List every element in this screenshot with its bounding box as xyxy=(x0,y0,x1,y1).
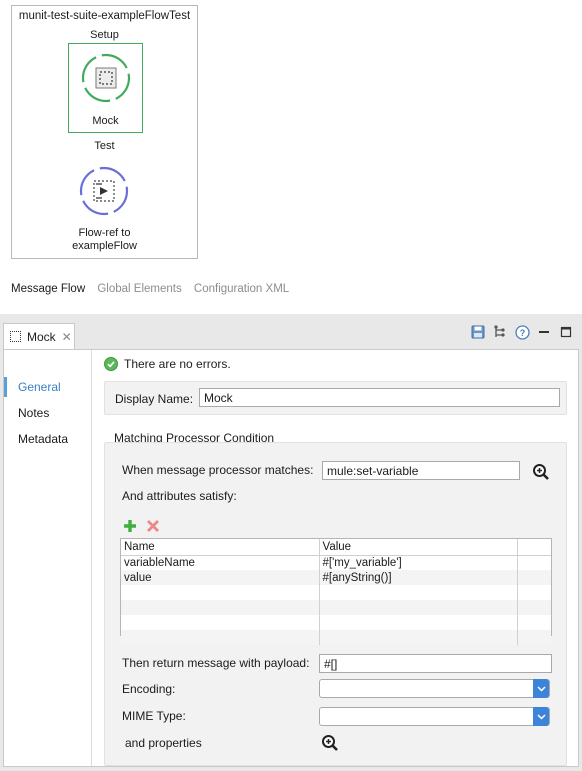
tab-global-elements[interactable]: Global Elements xyxy=(97,283,181,295)
flow-ref-icon xyxy=(79,166,129,216)
table-row xyxy=(121,585,551,600)
properties-label: and properties xyxy=(125,736,202,750)
setup-section-label: Setup xyxy=(90,29,119,41)
encoding-label: Encoding: xyxy=(122,682,176,696)
nav-metadata[interactable]: Metadata xyxy=(4,429,92,449)
zoom-in-icon[interactable] xyxy=(532,463,550,481)
minimize-icon[interactable] xyxy=(536,324,552,340)
flow-canvas: munit-test-suite-exampleFlowTest Setup M… xyxy=(0,0,582,312)
mock-label: Mock xyxy=(92,115,119,127)
editor-tab-bar: Message Flow Global Elements Configurati… xyxy=(11,283,298,295)
table-row xyxy=(121,630,551,645)
mime-type-select[interactable] xyxy=(319,707,550,726)
column-header-name[interactable]: Name xyxy=(121,539,320,556)
flowref-label-line2: exampleFlow xyxy=(72,240,137,252)
flowref-processor[interactable]: Flow-ref to exampleFlow xyxy=(12,161,197,256)
tab-configuration-xml[interactable]: Configuration XML xyxy=(194,283,289,295)
table-row xyxy=(121,600,551,615)
test-section-label: Test xyxy=(94,140,115,152)
cell-empty xyxy=(517,570,551,585)
nav-notes[interactable]: Notes xyxy=(4,403,92,423)
attributes-label: And attributes satisfy: xyxy=(122,489,237,503)
mock-tab-icon xyxy=(10,331,21,342)
cell-name[interactable]: value xyxy=(121,570,320,585)
properties-tab-label: Mock xyxy=(27,329,56,344)
cell-name[interactable]: variableName xyxy=(121,555,320,570)
maximize-icon[interactable] xyxy=(558,324,574,340)
cell-value[interactable]: #[anyString()] xyxy=(319,570,518,585)
payload-label: Then return message with payload: xyxy=(122,656,310,670)
properties-body: General Notes Metadata There are no erro… xyxy=(3,349,579,767)
when-matches-label: When message processor matches: xyxy=(122,463,314,477)
cell-empty xyxy=(517,555,551,570)
display-name-field[interactable] xyxy=(199,388,560,407)
add-icon[interactable] xyxy=(123,519,137,533)
mock-processor[interactable]: Mock xyxy=(68,43,143,133)
delete-icon[interactable] xyxy=(146,519,160,533)
validation-status: There are no errors. xyxy=(104,357,231,371)
column-header-empty xyxy=(517,539,551,556)
zoom-in-icon[interactable] xyxy=(321,734,339,752)
properties-tab-mock[interactable]: Mock ✕ xyxy=(3,323,75,349)
properties-view: Mock ✕ ? General Notes Metadata There ar xyxy=(0,314,582,771)
status-text: There are no errors. xyxy=(124,357,231,371)
general-panel: There are no errors. Display Name: Match… xyxy=(99,350,575,766)
properties-side-nav: General Notes Metadata xyxy=(4,350,92,766)
test-flow-container[interactable]: munit-test-suite-exampleFlowTest Setup M… xyxy=(11,5,198,259)
table-row xyxy=(121,615,551,630)
flowref-label-line1: Flow-ref to xyxy=(78,227,131,239)
close-icon[interactable]: ✕ xyxy=(62,330,72,344)
display-name-group: Display Name: xyxy=(104,381,567,415)
check-icon xyxy=(104,357,118,371)
cell-value[interactable]: #['my_variable'] xyxy=(319,555,518,570)
save-icon[interactable] xyxy=(470,324,486,340)
display-name-label: Display Name: xyxy=(115,392,194,406)
nav-general[interactable]: General xyxy=(4,377,92,397)
mock-icon xyxy=(81,53,131,103)
payload-field[interactable] xyxy=(319,654,552,673)
tab-message-flow[interactable]: Message Flow xyxy=(11,283,85,295)
tree-icon[interactable] xyxy=(492,324,508,340)
svg-text:?: ? xyxy=(519,328,525,338)
properties-toolbar: ? xyxy=(470,324,574,340)
table-row[interactable]: variableName #['my_variable'] xyxy=(121,555,551,570)
attributes-table[interactable]: Name Value variableName #['my_variable']… xyxy=(120,538,552,645)
column-header-value[interactable]: Value xyxy=(319,539,518,556)
mime-type-label: MIME Type: xyxy=(122,709,186,723)
encoding-select[interactable] xyxy=(319,679,550,698)
help-icon[interactable]: ? xyxy=(514,324,530,340)
chevron-down-icon[interactable] xyxy=(533,679,549,698)
table-row[interactable]: value #[anyString()] xyxy=(121,570,551,585)
processor-match-field[interactable] xyxy=(322,461,520,480)
flow-title: munit-test-suite-exampleFlowTest xyxy=(18,10,191,22)
chevron-down-icon[interactable] xyxy=(533,707,549,726)
matching-condition-group: When message processor matches: And attr… xyxy=(104,442,567,766)
